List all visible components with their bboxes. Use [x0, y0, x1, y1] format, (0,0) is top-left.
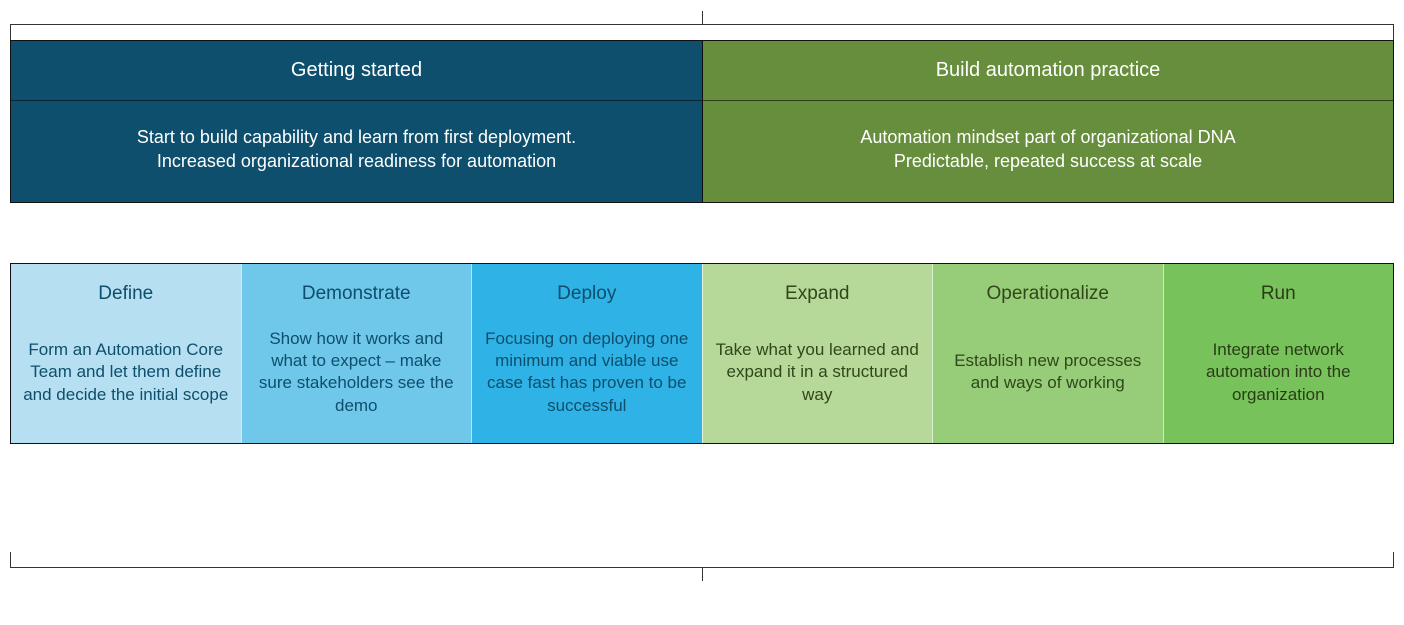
top-bracket	[10, 24, 1394, 40]
step-title: Operationalize	[933, 264, 1163, 315]
step-demonstrate: Demonstrate Show how it works and what t…	[241, 264, 472, 443]
step-desc: Integrate network automation into the or…	[1164, 314, 1394, 442]
step-operationalize: Operationalize Establish new processes a…	[932, 264, 1163, 443]
step-desc: Focusing on deploying one minimum and vi…	[472, 314, 702, 442]
phase-desc-right: Automation mindset part of organizationa…	[703, 101, 1393, 202]
step-title: Demonstrate	[242, 264, 472, 315]
phase-getting-started: Getting started Start to build capabilit…	[11, 41, 702, 202]
phase-title-right: Build automation practice	[703, 41, 1393, 101]
step-title: Expand	[703, 264, 933, 315]
phases-row: Getting started Start to build capabilit…	[10, 40, 1394, 203]
phase-desc-left: Start to build capability and learn from…	[11, 101, 702, 202]
step-run: Run Integrate network automation into th…	[1163, 264, 1394, 443]
step-desc: Show how it works and what to expect – m…	[242, 314, 472, 442]
step-title: Deploy	[472, 264, 702, 315]
step-desc: Form an Automation Core Team and let the…	[11, 314, 241, 442]
phase-desc-right-line2: Predictable, repeated success at scale	[894, 151, 1202, 171]
diagram-frame: Getting started Start to build capabilit…	[10, 40, 1394, 444]
steps-row: Define Form an Automation Core Team and …	[10, 263, 1394, 444]
step-desc: Establish new processes and ways of work…	[933, 314, 1163, 442]
bottom-bracket	[10, 552, 1394, 568]
phase-desc-left-line2: Increased organizational readiness for a…	[157, 151, 556, 171]
step-desc: Take what you learned and expand it in a…	[703, 314, 933, 442]
step-title: Define	[11, 264, 241, 315]
step-expand: Expand Take what you learned and expand …	[702, 264, 933, 443]
phase-build-practice: Build automation practice Automation min…	[702, 41, 1393, 202]
phase-desc-left-line1: Start to build capability and learn from…	[137, 127, 576, 147]
step-define: Define Form an Automation Core Team and …	[11, 264, 241, 443]
step-title: Run	[1164, 264, 1394, 315]
phase-desc-right-line1: Automation mindset part of organizationa…	[860, 127, 1235, 147]
phase-title-left: Getting started	[11, 41, 702, 101]
step-deploy: Deploy Focusing on deploying one minimum…	[471, 264, 702, 443]
